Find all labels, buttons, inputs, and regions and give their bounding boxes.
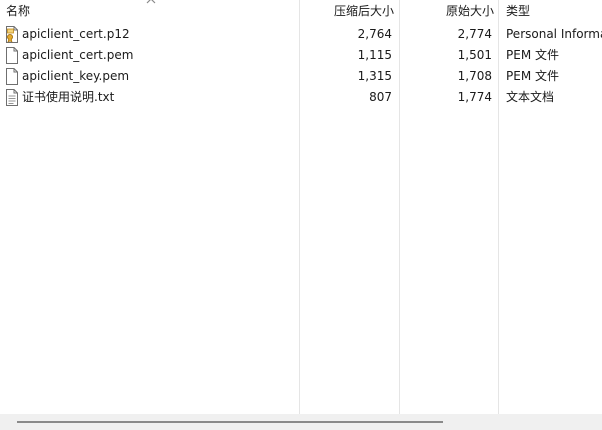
file-packed-size: 807 (369, 90, 392, 104)
sort-ascending-icon (146, 0, 156, 4)
file-original-size: 1,501 (457, 48, 492, 62)
file-name: apiclient_key.pem (22, 69, 130, 83)
file-type: PEM 文件 (506, 69, 559, 83)
column-header-type[interactable]: 类型 (506, 0, 530, 22)
text-file-icon (6, 89, 18, 106)
file-icon (6, 47, 18, 64)
file-packed-size: 2,764 (357, 27, 392, 41)
file-type: Personal Information Exchange (506, 27, 602, 41)
file-packed-size: 1,315 (357, 69, 392, 83)
file-original-size: 2,774 (457, 27, 492, 41)
scrollbar-thumb[interactable] (17, 421, 443, 423)
column-header-packed-size[interactable]: 压缩后大小 (334, 0, 394, 22)
file-name: apiclient_cert.p12 (22, 27, 130, 41)
file-type: PEM 文件 (506, 48, 559, 62)
file-row[interactable]: apiclient_cert.p12 2,764 2,774 Personal … (0, 24, 602, 45)
column-header-original-size[interactable]: 原始大小 (446, 0, 494, 22)
file-icon (6, 68, 18, 85)
file-original-size: 1,774 (457, 90, 492, 104)
file-row[interactable]: apiclient_key.pem 1,315 1,708 PEM 文件 (0, 66, 602, 87)
column-header: 名称 压缩后大小 原始大小 类型 (0, 0, 602, 22)
file-original-size: 1,708 (457, 69, 492, 83)
file-row[interactable]: 证书使用说明.txt 807 1,774 文本文档 (0, 87, 602, 108)
certificate-icon (6, 26, 18, 43)
column-header-name[interactable]: 名称 (6, 0, 30, 22)
horizontal-scrollbar[interactable] (0, 414, 602, 430)
file-type: 文本文档 (506, 90, 555, 104)
archive-file-list: 名称 压缩后大小 原始大小 类型 apiclient_cert.p12 2,76… (0, 0, 602, 414)
file-name: apiclient_cert.pem (22, 48, 134, 62)
file-name: 证书使用说明.txt (22, 90, 115, 104)
file-packed-size: 1,115 (357, 48, 392, 62)
file-row[interactable]: apiclient_cert.pem 1,115 1,501 PEM 文件 (0, 45, 602, 66)
